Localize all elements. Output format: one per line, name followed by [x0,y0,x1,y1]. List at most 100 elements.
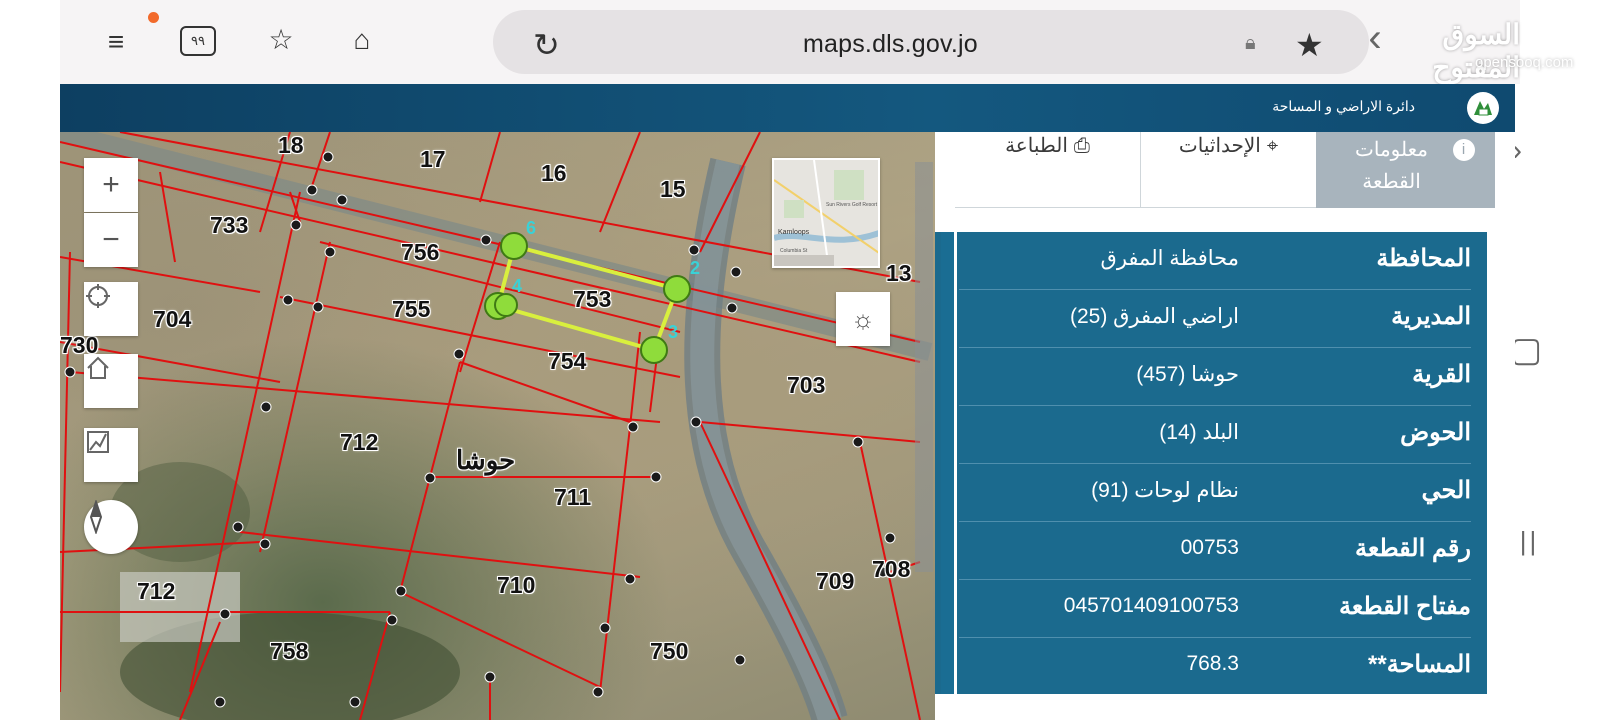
tab-label: معلومات القطعة [1355,139,1428,193]
vertex-label: 4 [512,276,522,296]
overview-map-graphic: Kamloops Sun Rivers Golf Resort Columbia… [774,160,878,266]
measure-button[interactable] [84,428,138,482]
tab-label: الإحداثيات [1178,135,1261,157]
printer-icon: ⎙ [1073,135,1090,157]
home-icon[interactable]: ⌂ [345,26,379,54]
menu-icon[interactable]: ≡ [100,28,132,56]
tabs-icon[interactable]: ٩٩ [180,26,216,56]
plot-label[interactable]: 13 [886,260,912,287]
location-pin-icon: ⌖ [1266,135,1279,157]
left-screen-edge [0,0,60,720]
plot-label[interactable]: 18 [278,132,304,159]
detail-key: الحي [1421,477,1471,504]
detail-value: البلد (14) [1159,421,1239,444]
vertex-label: 2 [690,258,700,278]
plot-label[interactable]: 704 [153,306,191,333]
bookmarks-icon[interactable]: ☆ [264,26,298,54]
vertex-label: 3 [668,322,678,342]
zoom-in-button[interactable]: + [84,158,138,212]
sun-icon: ☼ [851,303,875,334]
map-canvas[interactable]: 6 4 2 3 18 17 16 15 733 756 753 755 704 … [60,132,935,720]
info-icon: i [1452,139,1475,161]
detail-key: مفتاح القطعة [1339,593,1471,620]
tab-count: ٩٩ [191,33,205,48]
tab-print[interactable]: ⎙ الطباعة [955,132,1140,208]
locate-button[interactable] [84,282,138,336]
detail-key: القرية [1412,361,1471,388]
detail-row: المحافظة محافظة المفرق [959,232,1471,290]
inset-poi-label: Sun Rivers Golf Resort [826,202,878,208]
detail-row: القرية حوشا (457) [959,348,1471,406]
site-header: دائرة الاراضي و المساحة [60,84,1515,132]
detail-key: المديرية [1391,303,1471,330]
plot-label[interactable]: 753 [573,286,611,313]
star-icon[interactable]: ★ [1295,26,1324,64]
detail-value: 768.3 [1186,652,1239,675]
detail-value: 045701409100753 [1063,594,1239,617]
details-scrollbar[interactable] [941,232,957,694]
measure-icon [87,431,109,453]
plot-label[interactable]: 709 [816,568,854,595]
plot-label[interactable]: 754 [548,348,586,375]
inset-street-label: Columbia St [780,248,808,254]
inset-city-label: Kamloops [778,229,810,236]
compass-icon [89,500,103,534]
plot-label[interactable]: 17 [420,146,446,173]
parcel-details: المحافظة محافظة المفرق المديرية اراضي المف… [935,232,1487,694]
tab-coordinates[interactable]: ⌖ الإحداثيات [1140,132,1316,208]
url-text: maps.dls.gov.jo [803,30,978,58]
detail-key: الحوض [1400,419,1471,446]
plot-label[interactable]: 756 [401,239,439,266]
detail-value: حوشا (457) [1136,363,1239,386]
zoom-out-button[interactable]: − [84,213,138,267]
plot-label[interactable]: 750 [650,638,688,665]
plot-label[interactable]: 16 [541,160,567,187]
detail-row: رقم القطعة 00753 [959,522,1471,580]
plot-label[interactable]: 733 [210,212,248,239]
plot-label[interactable]: 755 [392,296,430,323]
detail-row: المساحة** 768.3 [959,638,1471,696]
detail-row: مفتاح القطعة 045701409100753 [959,580,1471,638]
browser-toolbar: ≡ ٩٩ ☆ ⌂ ↻ maps.dls.gov.jo 🔒︎ ★ ‹ السوق … [60,0,1573,84]
plot-label[interactable]: 758 [270,638,308,665]
village-label: حوشا [456,445,516,475]
crosshair-icon [86,284,110,308]
notification-dot [148,12,159,23]
detail-value: 00753 [1180,536,1239,559]
address-bar[interactable]: ↻ maps.dls.gov.jo 🔒︎ ★ [493,10,1369,74]
tab-parcel-info[interactable]: i معلومات القطعة [1316,132,1495,208]
panel-tabs: i معلومات القطعة ⌖ الإحداثيات ⎙ الطباعة [955,132,1495,208]
plot-label[interactable]: 708 [872,556,910,583]
detail-row: المديرية اراضي المفرق (25) [959,290,1471,348]
map-scrollbar[interactable] [915,162,933,572]
plot-label[interactable]: 712 [137,578,175,605]
home-icon [87,356,109,379]
tab-label: الطباعة [1005,135,1068,157]
plot-label[interactable]: 703 [787,372,825,399]
overview-map[interactable]: Kamloops Sun Rivers Golf Resort Columbia… [772,158,880,268]
site-title: دائرة الاراضي و المساحة [1272,98,1415,114]
detail-row: الحوض البلد (14) [959,406,1471,464]
lock-icon[interactable]: 🔒︎ [1245,32,1256,55]
back-icon[interactable]: ‹ [1360,18,1390,58]
detail-key: المحافظة [1376,245,1471,272]
detail-value: اراضي المفرق (25) [1069,305,1239,328]
device-nav-strip: › ▢ ||| [1510,0,1600,720]
detail-value: محافظة المفرق [1100,247,1239,270]
plot-label[interactable]: 710 [497,572,535,599]
plot-label[interactable]: 15 [660,176,686,203]
detail-key: المساحة** [1368,651,1471,678]
home-extent-button[interactable] [84,354,138,408]
detail-value: نظام لوحات (91) [1091,479,1239,502]
basemap-toggle-button[interactable]: ☼ [836,292,890,346]
detail-row: الحي نظام لوحات (91) [959,464,1471,522]
plot-label[interactable]: 712 [340,429,378,456]
vertex-label: 6 [526,218,536,238]
compass-button[interactable] [84,500,138,554]
plot-label[interactable]: 711 [554,484,591,511]
detail-key: رقم القطعة [1355,535,1471,562]
dls-logo[interactable] [1467,92,1499,124]
reload-icon[interactable]: ↻ [533,26,560,64]
watermark-sub: opensooq.com [1475,54,1574,71]
parcel-info-panel: i معلومات القطعة ⌖ الإحداثيات ⎙ الطباعة … [935,132,1515,720]
